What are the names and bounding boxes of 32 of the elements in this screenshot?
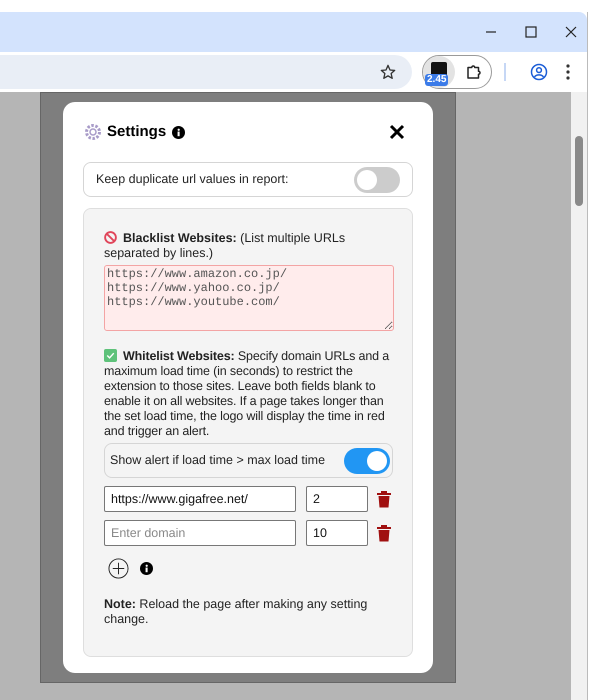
more-icon[interactable] [566, 64, 570, 80]
gear-icon [85, 124, 101, 140]
profile-icon[interactable] [530, 63, 548, 81]
toggle-label: Show alert if load time > max load time [110, 452, 326, 470]
load-time-field[interactable]: 2 [306, 486, 368, 512]
toggle-label: Keep duplicate url values in report: [96, 171, 290, 188]
domain-field[interactable]: https://www.gigafree.net/ [104, 486, 296, 512]
extension-button[interactable]: 2.45 [423, 56, 455, 88]
blacklist-field[interactable]: https://www.amazon.co.jp/ https://www.yahoo.co.jp/ https://www.youtube.com/ [104, 265, 394, 331]
blacklist-description: Blacklist Websites: (List multiple URLs separated by lines.) [104, 231, 346, 261]
maximize-icon[interactable] [525, 26, 537, 38]
load-time-field[interactable]: 10 [306, 520, 368, 546]
close-icon[interactable] [565, 26, 577, 38]
whitelist-description: Whitelist Websites: Specify domain URLs and a maximum load time (in seconds) to restrict the extension to those sites. Leave both fields blank to enable it on all websites. If a page takes longer than the set load time, the logo will display the time in red and trigger an alert. [104, 349, 390, 439]
checkmark-icon [104, 349, 117, 362]
info-icon[interactable] [140, 562, 153, 575]
monitor-icon [431, 62, 447, 76]
dialog-title: Settings [107, 122, 166, 142]
prohibited-icon [104, 231, 117, 244]
scrollbar[interactable] [571, 92, 587, 700]
add-icon[interactable] [108, 558, 129, 579]
puzzle-icon[interactable] [465, 63, 483, 81]
star-icon[interactable] [380, 64, 396, 80]
close-icon[interactable] [389, 124, 405, 140]
domain-field[interactable]: Enter domain [104, 520, 296, 546]
trash-icon[interactable] [376, 524, 392, 542]
info-icon[interactable] [172, 126, 186, 138]
toggle-switch[interactable] [344, 448, 390, 474]
trash-icon[interactable] [376, 490, 392, 508]
note-text: Note: Reload the page after making any setting change. [104, 597, 368, 627]
toggle-switch[interactable] [354, 166, 400, 192]
extension-badge: 2.45 [425, 74, 448, 86]
